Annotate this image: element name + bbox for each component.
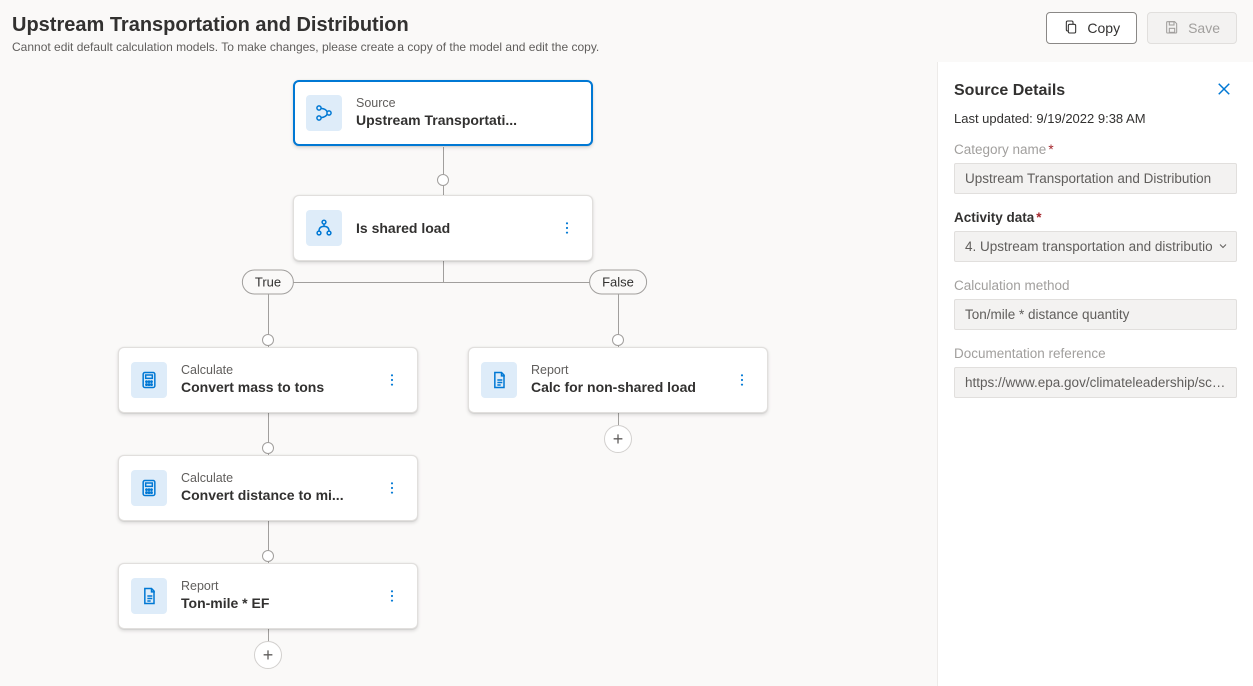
node-name: Convert mass to tons (181, 378, 365, 397)
documentation-input[interactable]: https://www.epa.gov/climateleadership/sc… (954, 367, 1237, 398)
node-calculate[interactable]: Calculate Convert distance to mi... (118, 455, 418, 521)
activity-label: Activity data* (954, 210, 1237, 225)
copy-icon (1063, 19, 1079, 38)
node-name: Calc for non-shared load (531, 378, 715, 397)
node-report[interactable]: Report Ton-mile * EF (118, 563, 418, 629)
category-label: Category name* (954, 142, 1237, 157)
flow-canvas[interactable]: Source Upstream Transportati... (0, 62, 937, 686)
node-more-button[interactable] (379, 580, 405, 612)
close-icon (1215, 85, 1233, 101)
node-report[interactable]: Report Calc for non-shared load (468, 347, 768, 413)
page-title: Upstream Transportation and Distribution (12, 12, 599, 38)
node-name: Ton-mile * EF (181, 594, 365, 613)
copy-button-label: Copy (1087, 20, 1120, 36)
node-kind: Calculate (181, 471, 365, 486)
page-subtitle: Cannot edit default calculation models. … (12, 40, 599, 54)
node-more-button[interactable] (379, 472, 405, 504)
node-kind: Calculate (181, 363, 365, 378)
save-button: Save (1147, 12, 1237, 44)
calculator-icon (131, 470, 167, 506)
document-icon (131, 578, 167, 614)
document-icon (481, 362, 517, 398)
calculation-input[interactable]: Ton/mile * distance quantity (954, 299, 1237, 330)
node-name: Is shared load (356, 219, 540, 238)
add-step-button[interactable]: + (604, 425, 632, 453)
node-more-button[interactable] (554, 212, 580, 244)
branch-icon (306, 95, 342, 131)
calculator-icon (131, 362, 167, 398)
node-more-button[interactable] (379, 364, 405, 396)
node-more-button[interactable] (729, 364, 755, 396)
node-kind: Report (181, 579, 365, 594)
node-source[interactable]: Source Upstream Transportati... (293, 80, 593, 146)
branch-false-label: False (589, 270, 647, 295)
node-calculate[interactable]: Calculate Convert mass to tons (118, 347, 418, 413)
save-button-label: Save (1188, 20, 1220, 36)
node-kind: Source (356, 96, 580, 111)
calculation-label: Calculation method (954, 278, 1237, 293)
documentation-label: Documentation reference (954, 346, 1237, 361)
activity-select[interactable]: 4. Upstream transportation and distribut… (954, 231, 1237, 262)
category-input[interactable]: Upstream Transportation and Distribution (954, 163, 1237, 194)
condition-icon (306, 210, 342, 246)
node-kind: Report (531, 363, 715, 378)
node-name: Convert distance to mi... (181, 486, 365, 505)
details-panel: Source Details Last updated: 9/19/2022 9… (937, 62, 1253, 686)
copy-button[interactable]: Copy (1046, 12, 1137, 44)
node-condition[interactable]: Is shared load (293, 195, 593, 261)
branch-true-label: True (242, 270, 294, 295)
close-button[interactable] (1211, 76, 1237, 105)
save-icon (1164, 19, 1180, 38)
add-step-button[interactable]: + (254, 641, 282, 669)
node-name: Upstream Transportati... (356, 111, 580, 130)
panel-title: Source Details (954, 82, 1065, 100)
last-updated: Last updated: 9/19/2022 9:38 AM (954, 111, 1237, 126)
